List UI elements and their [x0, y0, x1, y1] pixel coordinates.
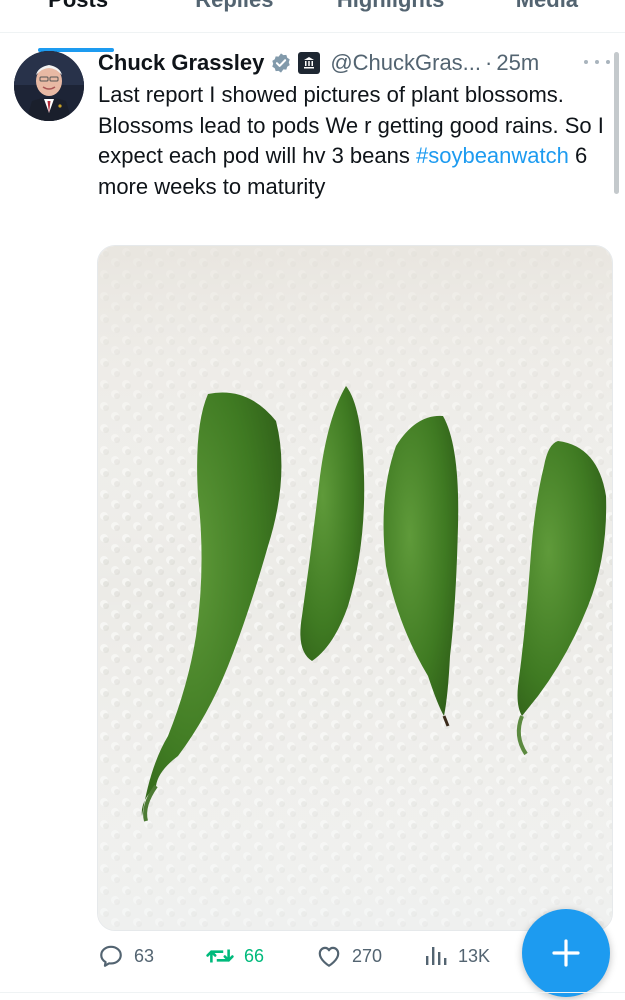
views-button[interactable]: 13K: [424, 942, 490, 970]
tab-media[interactable]: Media: [469, 0, 625, 32]
profile-timeline: Posts Replies Highlights Media Chuck Gr: [0, 0, 625, 1000]
repost-arrows-icon: [206, 949, 234, 963]
plus-icon: [552, 939, 580, 967]
reply-button[interactable]: 63: [98, 942, 154, 970]
view-count: 13K: [458, 945, 491, 966]
reply-count: 63: [134, 945, 155, 966]
tab-replies[interactable]: Replies: [156, 0, 312, 32]
hashtag-link[interactable]: #soybeanwatch: [416, 143, 569, 168]
verified-badge-icon[interactable]: [270, 52, 292, 74]
tab-highlights[interactable]: Highlights: [313, 0, 469, 32]
more-options-ellipsis-icon[interactable]: [584, 50, 610, 74]
profile-tabs: Posts Replies Highlights Media: [0, 0, 625, 33]
compose-button[interactable]: [522, 909, 610, 997]
speech-bubble-icon: [100, 945, 122, 967]
like-count: 270: [352, 945, 383, 966]
repost-button[interactable]: 66: [206, 942, 264, 970]
avatar[interactable]: [14, 51, 84, 121]
divider: [0, 992, 625, 993]
tweet-actions: 63 66 270 13K: [98, 942, 528, 970]
soybean-pods-photo: [98, 246, 612, 930]
tweet-photo[interactable]: [97, 245, 613, 931]
tweet-header: Chuck Grassley @ChuckGras... · 25m: [98, 48, 618, 78]
scrollbar[interactable]: [614, 52, 619, 194]
tab-posts[interactable]: Posts: [0, 0, 156, 32]
avatar-image: [14, 51, 84, 121]
heart-icon: [318, 946, 340, 967]
tweet-timestamp[interactable]: 25m: [496, 50, 539, 76]
bar-chart-icon: [426, 947, 447, 965]
like-button[interactable]: 270: [316, 942, 382, 970]
repost-count: 66: [244, 945, 265, 966]
header-separator: ·: [485, 50, 493, 75]
government-badge-icon[interactable]: [298, 52, 321, 74]
tweet-text: Last report I showed pictures of plant b…: [98, 80, 613, 202]
display-name[interactable]: Chuck Grassley: [98, 50, 264, 76]
user-handle[interactable]: @ChuckGras...: [330, 50, 481, 76]
